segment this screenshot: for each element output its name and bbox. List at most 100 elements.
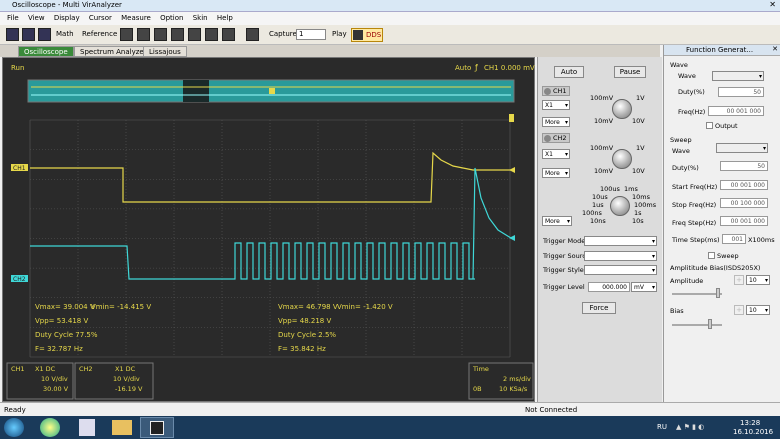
menu-display[interactable]: Display xyxy=(54,14,80,22)
menu-cursor[interactable]: Cursor xyxy=(89,14,112,22)
ch1-vpp: Vpp= 53.418 V xyxy=(35,317,88,325)
fg-time-step-input[interactable]: 001 xyxy=(722,234,746,244)
menu-measure[interactable]: Measure xyxy=(121,14,151,22)
fg-output-checkbox[interactable] xyxy=(706,122,713,129)
fg-sweep-wave-select[interactable] xyxy=(716,143,768,153)
ch1-volt-label-1v: 1V xyxy=(636,94,645,102)
time-info-tdiv: 2 ms/div xyxy=(503,375,531,383)
ch2-probe-select[interactable]: X1 xyxy=(542,149,570,159)
layout-icon[interactable] xyxy=(222,28,235,41)
dds-button[interactable]: DDS xyxy=(351,28,383,42)
trigger-level-input[interactable]: 000.000 xyxy=(588,282,630,292)
multi-viranalyzer-task[interactable] xyxy=(140,417,174,438)
split-icon[interactable] xyxy=(205,28,218,41)
fg-sweep-section: Sweep xyxy=(670,136,692,144)
color-icon[interactable] xyxy=(154,28,167,41)
menu-help[interactable]: Help xyxy=(217,14,233,22)
fg-bias-slider[interactable] xyxy=(708,319,712,329)
fg-sweep-duty-input[interactable]: 50 xyxy=(720,161,768,171)
stop-icon[interactable] xyxy=(137,28,150,41)
trigger-source-label: Trigger Source xyxy=(543,252,590,260)
fg-amplitude-select[interactable]: 10 xyxy=(746,275,770,285)
trigger-position-marker[interactable] xyxy=(509,114,514,122)
fg-start-freq-input[interactable]: 00 001 000 xyxy=(720,180,768,190)
start-button-icon[interactable] xyxy=(4,418,24,437)
title-bar: Oscilloscope - Multi VirAnalyzer ✕ xyxy=(0,0,780,12)
language-indicator[interactable]: RU xyxy=(657,423,667,431)
tab-lissajous[interactable]: Lissajous xyxy=(143,46,187,57)
fg-duty-label: Duty(%) xyxy=(678,88,705,96)
document-icon[interactable] xyxy=(79,419,95,436)
fg-step-freq-label: Freq Step(Hz) xyxy=(672,219,717,227)
fg-freq-input[interactable]: 00 001 000 xyxy=(708,106,764,116)
math-button[interactable]: Math xyxy=(56,30,74,38)
trigger-mode-select[interactable] xyxy=(584,236,657,246)
reference-button[interactable]: Reference xyxy=(82,30,117,38)
pointer-icon[interactable] xyxy=(246,28,259,41)
ch1-volt-label-10v: 10V xyxy=(632,117,645,125)
auto-button[interactable]: Auto xyxy=(554,66,584,78)
fg-sweep-checkbox[interactable] xyxy=(708,252,715,259)
fg-amplitude-slider[interactable] xyxy=(716,288,720,298)
fg-close-icon[interactable]: ✕ xyxy=(772,45,778,53)
menu-view[interactable]: View xyxy=(28,14,45,22)
ch2-led-icon xyxy=(544,135,551,142)
ch1-volt-label-100mv: 100mV xyxy=(590,94,614,102)
tab-spectrum-analyzer[interactable]: Spectrum Analyzer xyxy=(74,46,153,57)
ch2-more-select[interactable]: More xyxy=(542,168,570,178)
zoom-icon[interactable] xyxy=(171,28,184,41)
settings-icon[interactable] xyxy=(188,28,201,41)
trigger-level-label: Trigger Level xyxy=(543,283,585,291)
trigger-edge-icon: ƒ xyxy=(474,63,478,72)
time-more-select[interactable]: More xyxy=(542,216,572,226)
status-left: Ready xyxy=(4,406,26,414)
overview-window[interactable] xyxy=(183,80,209,102)
play-button[interactable]: Play xyxy=(332,30,347,38)
trigger-style-select[interactable] xyxy=(584,265,657,275)
ch1-volt-knob[interactable] xyxy=(612,99,632,119)
fg-stop-freq-input[interactable]: 00 100 000 xyxy=(720,198,768,208)
trigger-source-select[interactable] xyxy=(584,251,657,261)
folder-icon[interactable] xyxy=(112,420,132,435)
ch2-volt-label-1v: 1V xyxy=(636,144,645,152)
fg-wave-select[interactable] xyxy=(712,71,764,81)
fg-amplitude-plus-icon[interactable]: + xyxy=(734,275,744,285)
chrome-icon[interactable] xyxy=(40,418,60,437)
ch2-info-coupling: X1 DC xyxy=(115,365,136,373)
ch1-toggle[interactable]: CH1 xyxy=(542,86,570,96)
scope-canvas[interactable]: Run Auto ƒ CH1 0.000 mV CH1 CH2 Vmax= 39… xyxy=(3,58,536,403)
ch2-toggle[interactable]: CH2 xyxy=(542,133,570,143)
menu-file[interactable]: File xyxy=(7,14,19,22)
ch2-volt-knob[interactable] xyxy=(612,149,632,169)
scope-display[interactable]: Run Auto ƒ CH1 0.000 mV CH1 CH2 Vmax= 39… xyxy=(2,57,535,402)
trigger-mode-label: Trigger Mode xyxy=(543,237,586,245)
tab-oscilloscope[interactable]: Oscilloscope xyxy=(18,46,74,57)
fg-sweep-duty-label: Duty(%) xyxy=(672,164,699,172)
menu-option[interactable]: Option xyxy=(160,14,183,22)
print-icon[interactable] xyxy=(38,28,51,41)
pause-button[interactable]: Pause xyxy=(614,66,646,78)
trigger-time-marker[interactable] xyxy=(269,88,275,94)
open-icon[interactable] xyxy=(6,28,19,41)
fg-bias-plus-icon[interactable]: + xyxy=(734,305,744,315)
save-icon[interactable] xyxy=(22,28,35,41)
capture-count-input[interactable]: 1 xyxy=(296,29,326,40)
ch1-more-select[interactable]: More xyxy=(542,117,570,127)
tray-icons[interactable]: ▲ ⚑ ▮ ◐ xyxy=(676,423,704,431)
fg-step-freq-input[interactable]: 00 001 000 xyxy=(720,216,768,226)
trigger-level-unit-select[interactable]: mV xyxy=(631,282,657,292)
time-label-1s: 1s xyxy=(634,209,642,217)
ch1-probe-select[interactable]: X1 xyxy=(542,100,570,110)
force-button[interactable]: Force xyxy=(582,302,616,314)
fg-bias-select[interactable]: 10 xyxy=(746,305,770,315)
ch1-vmax-vmin: Vmax= 39.004 V xyxy=(35,303,95,311)
menu-skin[interactable]: Skin xyxy=(193,14,208,22)
time-label-10us: 10us xyxy=(592,193,608,201)
cursor-tool-icon[interactable] xyxy=(120,28,133,41)
window-title: Oscilloscope - Multi VirAnalyzer xyxy=(12,1,122,9)
window-close-icon[interactable]: ✕ xyxy=(769,0,776,9)
ch2-vmax: Vmax= 46.798 V xyxy=(278,303,338,311)
tab-bar: Oscilloscope Spectrum Analyzer Lissajous xyxy=(0,45,660,57)
time-base-knob[interactable] xyxy=(610,196,630,216)
fg-duty-input[interactable]: 50 xyxy=(718,87,764,97)
